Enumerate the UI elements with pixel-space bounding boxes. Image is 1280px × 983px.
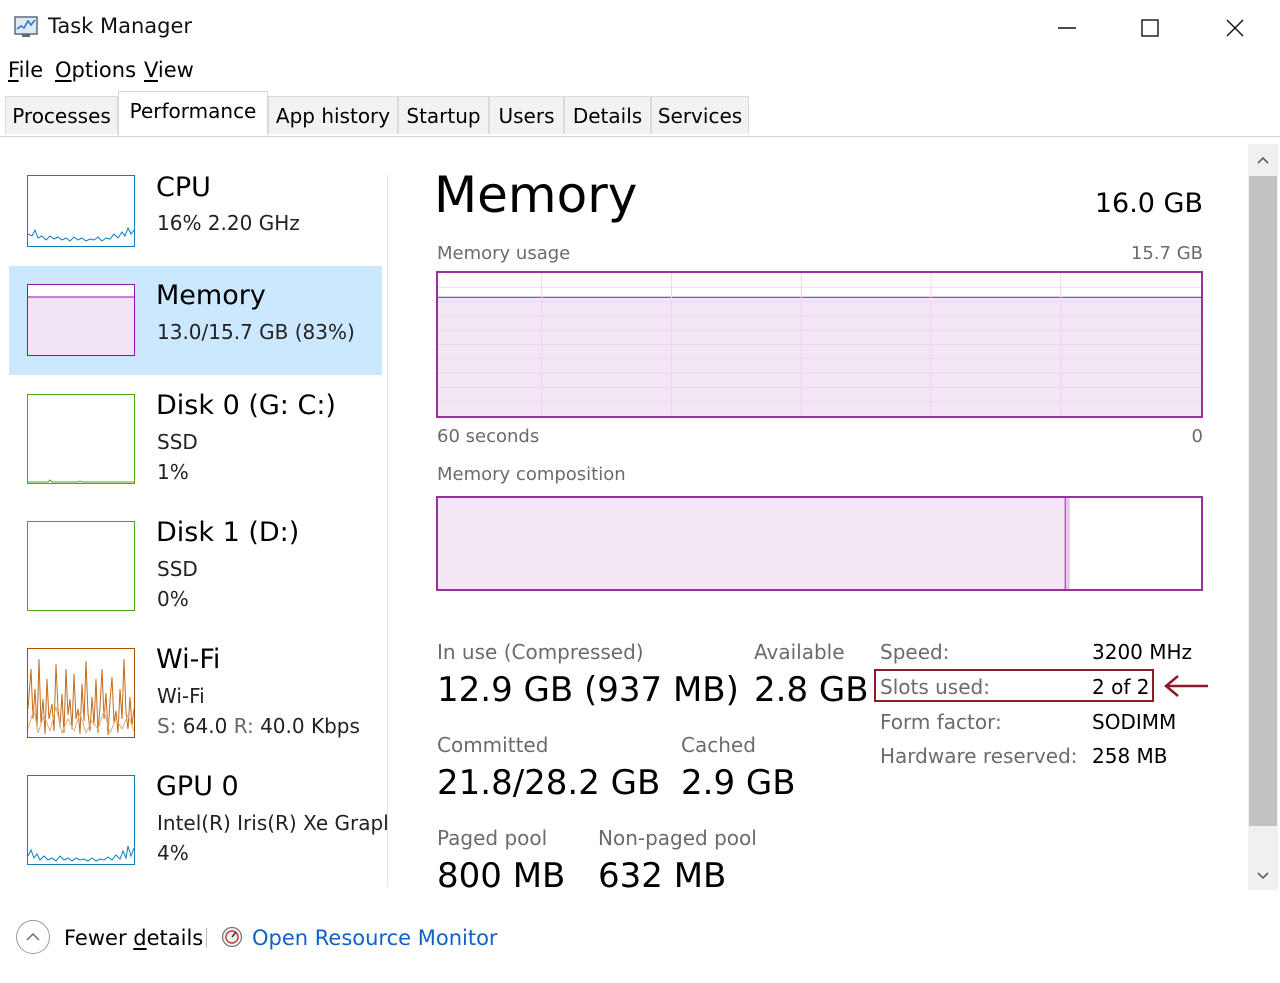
cpu-thumbnail-graph [27, 175, 135, 247]
menu-view[interactable]: View [144, 58, 194, 82]
open-resource-monitor-link[interactable]: Open Resource Monitor [252, 926, 498, 950]
wifi-throughput: S: 64.0 R: 40.0 Kbps [157, 714, 360, 738]
memory-usage-label: Memory usage [437, 243, 571, 264]
form-factor-value: SODIMM [1092, 710, 1177, 734]
composition-modified [1065, 498, 1070, 589]
tab-strip: Processes Performance App history Startu… [0, 91, 1280, 137]
menu-options[interactable]: Options [55, 58, 136, 82]
sidebar-item-gpu-0[interactable]: GPU 0 Intel(R) Iris(R) Xe Graphics 4% [9, 771, 387, 875]
disk-1-thumbnail-graph [27, 521, 135, 611]
x-axis-left-label: 60 seconds [437, 426, 540, 447]
non-paged-pool-value: 632 MB [598, 856, 727, 896]
window-title: Task Manager [48, 14, 193, 38]
scroll-up-button[interactable] [1248, 146, 1278, 174]
tab-services[interactable]: Services [651, 96, 749, 134]
footer-divider [206, 928, 207, 948]
form-factor-label: Form factor: [880, 710, 1002, 734]
memory-usage-max: 15.7 GB [1130, 243, 1203, 264]
close-icon [1226, 19, 1244, 37]
chevron-up-icon [26, 932, 40, 941]
maximize-icon [1141, 19, 1159, 37]
tab-startup[interactable]: Startup [398, 96, 489, 134]
in-use-value: 12.9 GB (937 MB) [437, 670, 739, 710]
memory-usage-fill [438, 297, 1201, 416]
page-title: Memory [434, 166, 638, 224]
memory-composition-bar [436, 496, 1203, 591]
minimize-button[interactable] [1044, 10, 1090, 46]
available-label: Available [754, 640, 845, 664]
committed-label: Committed [437, 733, 549, 757]
gpu-0-thumbnail-graph [27, 775, 135, 865]
menu-file[interactable]: File [8, 58, 43, 82]
sidebar-item-disk-0[interactable]: Disk 0 (G: C:) SSD 1% [9, 390, 382, 494]
memory-total: 16.0 GB [1094, 188, 1203, 219]
scroll-down-button[interactable] [1248, 862, 1278, 890]
memory-usage-chart [436, 271, 1203, 418]
sidebar-item-memory[interactable]: Memory 13.0/15.7 GB (83%) [9, 266, 382, 375]
speed-label: Speed: [880, 640, 950, 664]
available-value: 2.8 GB [754, 670, 869, 710]
wifi-thumbnail-graph [27, 648, 135, 738]
committed-value: 21.8/28.2 GB [437, 763, 661, 803]
maximize-button[interactable] [1127, 10, 1173, 46]
x-axis-right-label: 0 [1191, 426, 1203, 447]
close-button[interactable] [1212, 10, 1258, 46]
title-bar: Task Manager [0, 0, 1280, 56]
tab-app-history[interactable]: App history [268, 96, 398, 134]
cached-label: Cached [681, 733, 756, 757]
memory-composition-label: Memory composition [437, 464, 626, 485]
annotation-arrow-icon [1164, 675, 1208, 697]
chevron-down-icon [1257, 872, 1269, 880]
fewer-details-link[interactable]: Fewer details [64, 926, 203, 950]
paged-pool-label: Paged pool [437, 826, 548, 850]
tab-users[interactable]: Users [489, 96, 564, 134]
sidebar-item-wifi[interactable]: Wi-Fi Wi-Fi S: 64.0 R: 40.0 Kbps [9, 644, 382, 748]
scroll-thumb[interactable] [1249, 176, 1277, 826]
hardware-reserved-value: 258 MB [1092, 744, 1168, 768]
tab-processes[interactable]: Processes [5, 96, 118, 134]
hardware-reserved-label: Hardware reserved: [880, 744, 1078, 768]
tab-performance[interactable]: Performance [118, 91, 268, 136]
slots-highlight-box [874, 669, 1154, 702]
sidebar-item-disk-1[interactable]: Disk 1 (D:) SSD 0% [9, 517, 382, 621]
speed-value: 3200 MHz [1092, 640, 1193, 664]
fewer-details-button[interactable] [16, 920, 50, 954]
disk-0-thumbnail-graph [27, 394, 135, 484]
sidebar-divider [387, 175, 388, 887]
memory-thumbnail-graph [27, 284, 135, 356]
non-paged-pool-label: Non-paged pool [598, 826, 757, 850]
cached-value: 2.9 GB [681, 763, 796, 803]
paged-pool-value: 800 MB [437, 856, 566, 896]
composition-in-use [438, 498, 1066, 589]
tab-details[interactable]: Details [564, 96, 651, 134]
vertical-scrollbar[interactable] [1248, 144, 1278, 890]
minimize-icon [1058, 27, 1076, 29]
task-manager-icon [14, 16, 38, 37]
chevron-up-icon [1257, 156, 1269, 164]
resource-monitor-icon [221, 926, 243, 948]
in-use-label: In use (Compressed) [437, 640, 644, 664]
